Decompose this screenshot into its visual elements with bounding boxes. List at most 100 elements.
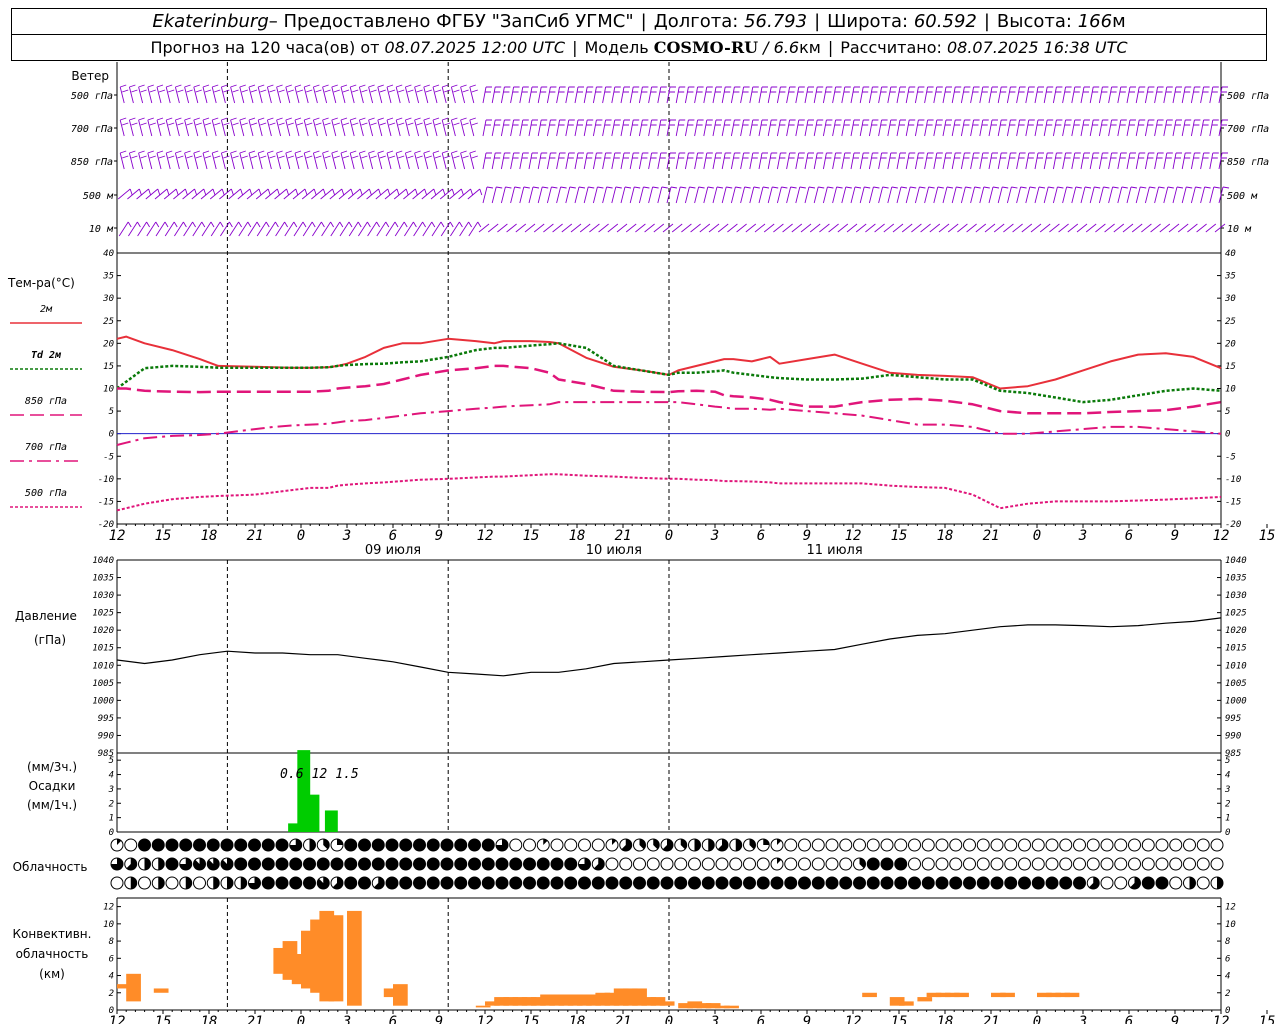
wind-barb [439, 188, 455, 200]
wind-barb [740, 119, 750, 137]
cloud-symbol [248, 857, 261, 871]
wind-barb [749, 86, 759, 104]
wind-barb [813, 86, 824, 104]
wind-barb [1089, 152, 1100, 170]
wind-barb [347, 188, 363, 200]
wind-barb [988, 152, 998, 170]
wind-barb [230, 150, 239, 170]
wind-barb [193, 84, 202, 104]
wind-barb [878, 186, 889, 204]
convective-bar [954, 992, 969, 998]
time-tick-label: 6 [1125, 528, 1133, 544]
temp-axis-tick-label: 20 [1225, 339, 1236, 349]
wind-barb [629, 152, 640, 170]
cloud-symbol [248, 838, 261, 852]
cloud-symbol [921, 838, 935, 852]
wind-barb [832, 152, 842, 170]
wind-barb [1080, 186, 1092, 204]
cloud-symbol [275, 857, 289, 871]
wind-barb [510, 152, 520, 170]
cloud-symbol [1018, 857, 1031, 871]
wind-barb [951, 152, 962, 170]
convective-bar [475, 1005, 491, 1008]
cloud-symbol [825, 876, 839, 890]
wind-barb [1200, 119, 1210, 137]
cloud-symbol-fill [158, 877, 165, 889]
wind-barb [1163, 186, 1174, 204]
wind-barb [1154, 186, 1165, 204]
cloud-symbol [963, 838, 976, 852]
wind-barb [1039, 223, 1051, 233]
wind-barb [966, 223, 977, 233]
cloud-symbol [784, 876, 798, 890]
cloud-symbol [289, 857, 303, 871]
wind-barb [519, 186, 530, 204]
wind-barb [767, 86, 778, 104]
wind-barb [841, 119, 851, 137]
wind-barb [1071, 119, 1081, 137]
wind-barb [607, 223, 619, 233]
wind-barb [184, 117, 193, 137]
precip-axis-tick-label: 5 [109, 756, 114, 766]
wind-barb [1126, 186, 1138, 204]
wind-barb [528, 186, 540, 204]
cloud-symbol [1031, 838, 1045, 852]
cloud-symbol [509, 876, 523, 890]
wind-barb [510, 186, 521, 204]
cloud-symbol [165, 876, 179, 890]
wind-barb [145, 188, 161, 200]
cloud-symbol-fill [735, 839, 742, 851]
wind-barb [432, 150, 442, 170]
wind-barb [386, 117, 396, 137]
pressure-axis-tick-label: 1000 [1225, 696, 1247, 706]
precip-annotation: 1.5 [335, 767, 359, 782]
temp-axis-tick-label: 0 [109, 430, 114, 440]
wind-barb [1052, 119, 1063, 137]
precip-axis-tick-label: 4 [1225, 771, 1230, 781]
wind-barb [592, 152, 603, 170]
wind-barb [1172, 86, 1182, 104]
cloud-symbol [206, 838, 220, 852]
wind-barb [441, 150, 451, 170]
wind-barb [690, 223, 701, 233]
wind-barb [914, 119, 925, 137]
cloud-symbol [468, 857, 481, 871]
wind-barb [786, 152, 796, 170]
wind-barb [929, 223, 941, 233]
cloud-symbol [633, 857, 646, 871]
wind-barb [138, 117, 147, 137]
wind-barb [174, 150, 184, 170]
wind-barb [657, 152, 667, 170]
time-tick-label: 21 [983, 528, 1000, 544]
wind-barb [1154, 86, 1164, 104]
cloud-symbol [1045, 876, 1059, 890]
wind-barb [565, 186, 576, 204]
wind-barb [432, 117, 442, 137]
wind-barb [441, 84, 451, 104]
wind-barb [666, 86, 676, 104]
wind-barb [574, 152, 584, 170]
wind-barb [294, 84, 304, 104]
wind-barb [1085, 223, 1097, 233]
temp-axis-tick-label: 30 [1224, 294, 1236, 304]
wind-barb [1016, 119, 1026, 137]
cloud-symbol [688, 857, 701, 871]
wind-barb [1034, 119, 1044, 137]
pressure-axis-tick-label: 1010 [1225, 661, 1247, 671]
wind-barb [311, 188, 326, 200]
cloud-symbol [344, 876, 358, 890]
wind-barb [767, 152, 778, 170]
pressure-axis-tick-label: 1030 [1225, 591, 1247, 601]
wind-barb [938, 223, 950, 233]
wind-barb [1025, 119, 1035, 137]
wind-barb [960, 119, 971, 137]
wind-barb [1117, 152, 1127, 170]
temp-axis-tick-label: 25 [103, 317, 114, 327]
wind-barb [246, 188, 262, 200]
cloud-symbol [605, 857, 619, 871]
wind-barb [579, 223, 591, 233]
cloud-symbol [454, 876, 468, 890]
cloud-symbol [1073, 838, 1086, 852]
cloud-symbol [1210, 857, 1224, 871]
day-label: 09 июля [365, 543, 421, 558]
